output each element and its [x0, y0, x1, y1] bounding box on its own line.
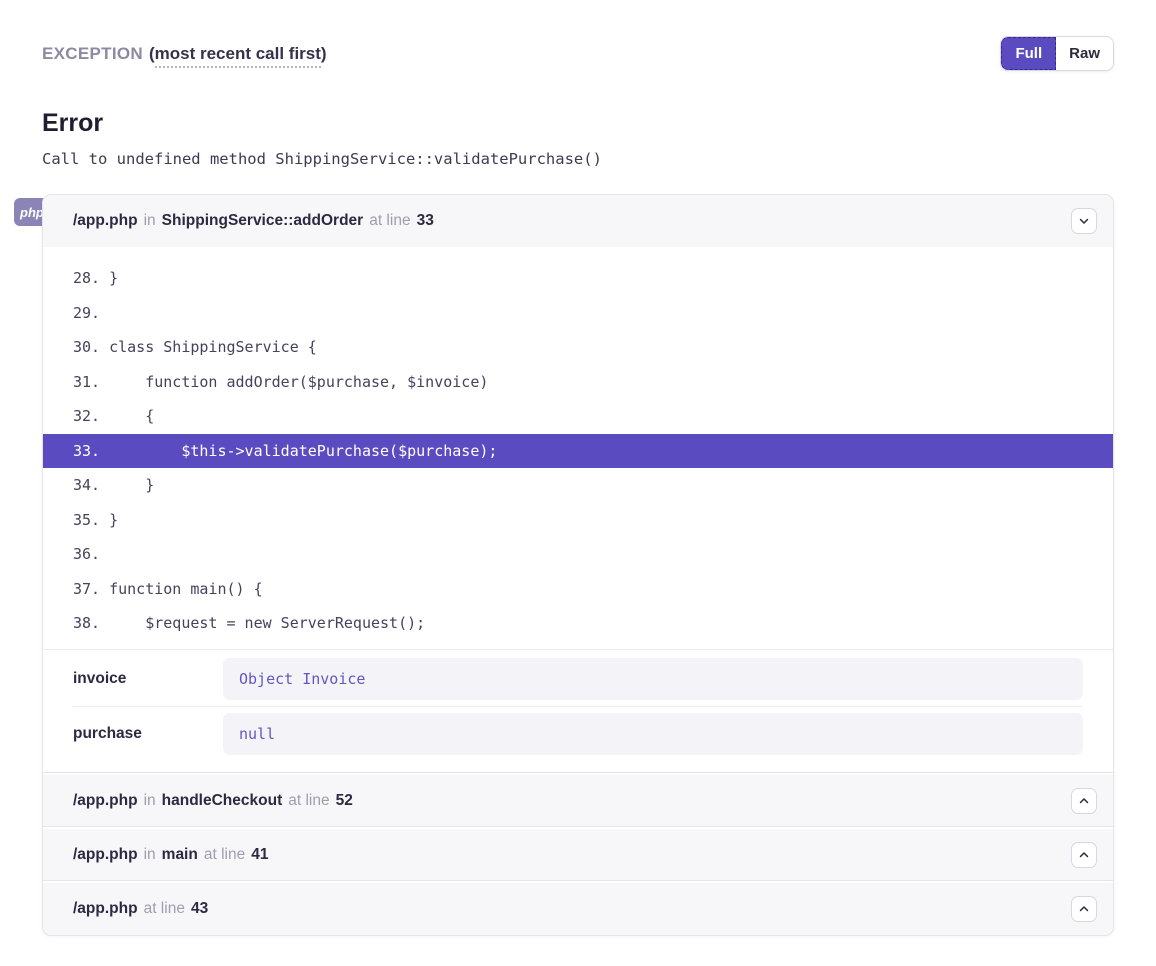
- code-line: 38. $request = new ServerRequest();: [43, 606, 1113, 641]
- chevron-up-icon: [1078, 795, 1090, 807]
- error-message: Call to undefined method ShippingService…: [42, 150, 1114, 168]
- subtitle: (most recent call first): [149, 44, 327, 63]
- expand-frame-button[interactable]: [1071, 842, 1097, 868]
- frame-file: /app.php: [73, 792, 138, 810]
- exception-label: EXCEPTION: [42, 44, 143, 63]
- stack-trace-panel-wrap: php /app.php in ShippingService::addOrde…: [42, 194, 1114, 936]
- view-mode-toggle: Full Raw: [1000, 36, 1114, 71]
- frame-line-number: 43: [191, 900, 208, 918]
- frame-in-label: in: [144, 792, 156, 810]
- stack-frame-header[interactable]: /app.php in main at line 41: [43, 827, 1113, 881]
- frame-atline-label: at line: [369, 212, 410, 230]
- stack-frame-header[interactable]: /app.php in handleCheckout at line 52: [43, 773, 1113, 827]
- expand-frame-button[interactable]: [1071, 896, 1097, 922]
- frame-in-label: in: [144, 846, 156, 864]
- code-line: 30.class ShippingService {: [43, 330, 1113, 365]
- frame-line-number: 41: [251, 846, 268, 864]
- raw-view-button[interactable]: Raw: [1056, 37, 1113, 70]
- stack-trace-panel: /app.php in ShippingService::addOrder at…: [42, 194, 1114, 936]
- frame-file: /app.php: [73, 900, 138, 918]
- frame-function: handleCheckout: [162, 792, 283, 810]
- code-line-highlighted: 33. $this->validatePurchase($purchase);: [43, 434, 1113, 469]
- frame-atline-label: at line: [144, 900, 185, 918]
- frame-file: /app.php: [73, 212, 138, 230]
- topbar: EXCEPTION (most recent call first) Full R…: [42, 36, 1114, 71]
- frame-description: /app.php in ShippingService::addOrder at…: [73, 212, 434, 230]
- frame-function: ShippingService::addOrder: [162, 212, 364, 230]
- code-line: 34. }: [43, 468, 1113, 503]
- stack-frame-header[interactable]: /app.php at line 43: [43, 881, 1113, 935]
- frame-function: main: [162, 846, 198, 864]
- full-view-button[interactable]: Full: [1001, 37, 1056, 70]
- argument-name: invoice: [73, 670, 223, 688]
- argument-value: Object Invoice: [223, 658, 1083, 700]
- code-line: 36.: [43, 537, 1113, 572]
- code-line: 32. {: [43, 399, 1113, 434]
- code-line: 29.: [43, 296, 1113, 331]
- subtitle-underlined: most recent call first: [155, 44, 321, 68]
- frame-in-label: in: [144, 212, 156, 230]
- code-line: 31. function addOrder($purchase, $invoic…: [43, 365, 1113, 400]
- code-line: 37.function main() {: [43, 572, 1113, 607]
- argument-row: invoice Object Invoice: [43, 652, 1113, 706]
- argument-name: purchase: [73, 725, 223, 743]
- collapse-frame-button[interactable]: [1071, 208, 1097, 234]
- expand-frame-button[interactable]: [1071, 788, 1097, 814]
- code-snippet: 28.} 29. 30.class ShippingService { 31. …: [43, 247, 1113, 650]
- chevron-up-icon: [1078, 849, 1090, 861]
- argument-row: purchase null: [43, 707, 1113, 761]
- frame-description: /app.php in handleCheckout at line 52: [73, 792, 353, 810]
- frame-description: /app.php at line 43: [73, 900, 208, 918]
- exception-page: EXCEPTION (most recent call first) Full R…: [0, 0, 1156, 966]
- error-heading: Error: [42, 109, 1114, 138]
- frame-arguments: invoice Object Invoice purchase null: [43, 650, 1113, 773]
- code-line: 28.}: [43, 261, 1113, 296]
- stack-frame-header[interactable]: /app.php in ShippingService::addOrder at…: [43, 195, 1113, 247]
- frame-line-number: 52: [336, 792, 353, 810]
- code-line: 35.}: [43, 503, 1113, 538]
- frame-file: /app.php: [73, 846, 138, 864]
- frame-line-number: 33: [417, 212, 434, 230]
- frame-atline-label: at line: [204, 846, 245, 864]
- chevron-down-icon: [1078, 215, 1090, 227]
- page-title: EXCEPTION (most recent call first): [42, 44, 327, 64]
- frame-atline-label: at line: [288, 792, 329, 810]
- chevron-up-icon: [1078, 903, 1090, 915]
- argument-value: null: [223, 713, 1083, 755]
- frame-description: /app.php in main at line 41: [73, 846, 268, 864]
